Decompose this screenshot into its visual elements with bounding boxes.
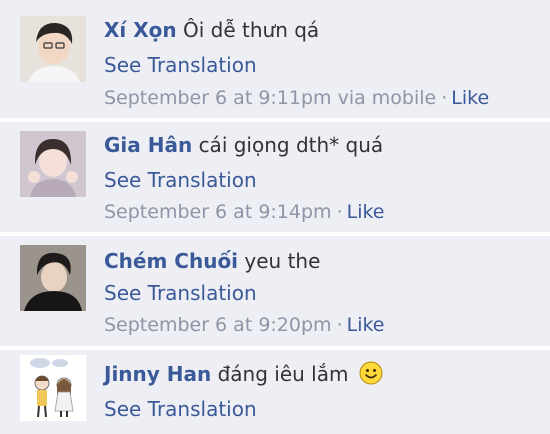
comment-item: Xí Xọn Ôi dễ thưn qá See Translation Sep… (0, 0, 550, 118)
user-photo-icon (20, 245, 86, 311)
see-translation-link[interactable]: See Translation (104, 397, 257, 421)
comment-line: Xí Xọn Ôi dễ thưn qá (104, 18, 319, 42)
comment-line: Chém Chuối yeu the (104, 249, 320, 273)
comment-meta: September 6 at 9:14pm · Like (104, 201, 385, 223)
user-photo-icon (20, 131, 86, 197)
comment-author-link[interactable]: Xí Xọn (104, 18, 177, 42)
comment-item: Gia Hân cái giọng dth* quá See Translati… (0, 122, 550, 232)
cartoon-couple-icon (20, 355, 86, 421)
user-photo-icon (20, 16, 86, 82)
comment-timestamp[interactable]: September 6 at 9:11pm via mobile (104, 87, 436, 109)
comment-text: Ôi dễ thưn qá (183, 18, 320, 42)
comment-line: Jinny Han đáng iêu lắm (104, 361, 383, 390)
see-translation-link[interactable]: See Translation (104, 281, 257, 305)
comment-line: Gia Hân cái giọng dth* quá (104, 133, 383, 157)
separator-dot: · (336, 201, 343, 223)
avatar[interactable] (20, 131, 86, 197)
like-link[interactable]: Like (451, 87, 489, 109)
like-link[interactable]: Like (347, 314, 385, 336)
comment-author-link[interactable]: Jinny Han (104, 362, 211, 386)
comment-timestamp[interactable]: September 6 at 9:14pm (104, 201, 332, 223)
avatar[interactable] (20, 355, 86, 421)
smiley-face-icon (359, 361, 383, 390)
avatar[interactable] (20, 245, 86, 311)
comment-item: Jinny Han đáng iêu lắm See Translation (0, 350, 550, 434)
avatar[interactable] (20, 16, 86, 82)
see-translation-link[interactable]: See Translation (104, 168, 257, 192)
comment-meta: September 6 at 9:20pm · Like (104, 314, 385, 336)
comment-timestamp[interactable]: September 6 at 9:20pm (104, 314, 332, 336)
comment-author-link[interactable]: Gia Hân (104, 133, 192, 157)
comment-text: yeu the (244, 249, 321, 273)
see-translation-link[interactable]: See Translation (104, 53, 257, 77)
separator-dot: · (441, 87, 448, 109)
comment-list: Xí Xọn Ôi dễ thưn qá See Translation Sep… (0, 0, 550, 434)
like-link[interactable]: Like (347, 201, 385, 223)
separator-dot: · (336, 314, 343, 336)
comment-text: đáng iêu lắm (217, 362, 349, 386)
comment-meta: September 6 at 9:11pm via mobile · Like (104, 87, 489, 109)
comment-author-link[interactable]: Chém Chuối (104, 249, 238, 273)
comment-item: Chém Chuối yeu the See Translation Septe… (0, 236, 550, 346)
comment-text: cái giọng dth* quá (198, 133, 384, 157)
